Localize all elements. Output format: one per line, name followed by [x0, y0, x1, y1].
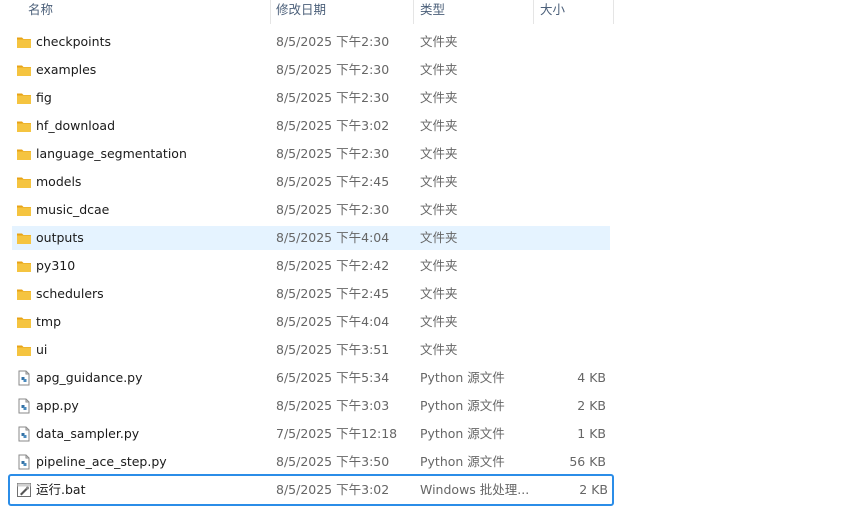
file-type: 文件夹	[420, 62, 458, 77]
file-name: data_sampler.py	[36, 426, 140, 441]
folder-icon	[16, 342, 32, 358]
folder-icon	[16, 62, 32, 78]
file-row[interactable]: data_sampler.py 7/5/2025 下午12:18 Python 源文…	[12, 422, 610, 446]
column-size-header[interactable]: 大小	[540, 0, 565, 24]
batch-file-icon	[16, 482, 32, 498]
file-name: fig	[36, 90, 52, 105]
file-row[interactable]: apg_guidance.py 6/5/2025 下午5:34 Python 源文件…	[12, 366, 610, 390]
file-type: Windows 批处理...	[420, 482, 530, 497]
file-row[interactable]: pipeline_ace_step.py 8/5/2025 下午3:50 Pytho…	[12, 450, 610, 474]
column-name-header[interactable]: 名称	[28, 0, 53, 24]
file-date: 7/5/2025 下午12:18	[276, 426, 398, 441]
file-name: ui	[36, 342, 48, 357]
file-row[interactable]: checkpoints 8/5/2025 下午2:30 文件夹	[12, 30, 610, 54]
file-name: py310	[36, 258, 76, 273]
file-date: 8/5/2025 下午4:04	[276, 314, 390, 329]
file-name: 运行.bat	[36, 482, 86, 497]
file-date: 8/5/2025 下午3:02	[276, 118, 390, 133]
file-type: Python 源文件	[420, 370, 505, 385]
file-size: 2 KB	[579, 482, 608, 497]
file-name: checkpoints	[36, 34, 111, 49]
file-name: music_dcae	[36, 202, 110, 217]
file-date: 8/5/2025 下午2:30	[276, 34, 390, 49]
file-size: 1 KB	[577, 426, 606, 441]
file-type: 文件夹	[420, 314, 458, 329]
file-row[interactable]: app.py 8/5/2025 下午3:03 Python 源文件 2 KB	[12, 394, 610, 418]
folder-icon	[16, 146, 32, 162]
folder-icon	[16, 90, 32, 106]
file-date: 8/5/2025 下午2:30	[276, 90, 390, 105]
file-name: tmp	[36, 314, 62, 329]
folder-icon	[16, 230, 32, 246]
file-row[interactable]: music_dcae 8/5/2025 下午2:30 文件夹	[12, 198, 610, 222]
file-name: outputs	[36, 230, 84, 245]
file-type: 文件夹	[420, 90, 458, 105]
file-type: Python 源文件	[420, 426, 505, 441]
folder-icon	[16, 286, 32, 302]
file-type: Python 源文件	[420, 454, 505, 469]
file-date: 8/5/2025 下午2:30	[276, 146, 390, 161]
file-row[interactable]: ui 8/5/2025 下午3:51 文件夹	[12, 338, 610, 362]
folder-icon	[16, 34, 32, 50]
file-type: 文件夹	[420, 342, 458, 357]
folder-icon	[16, 174, 32, 190]
column-divider[interactable]	[533, 0, 534, 24]
file-date: 8/5/2025 下午3:50	[276, 454, 390, 469]
file-name: models	[36, 174, 82, 189]
file-type: 文件夹	[420, 146, 458, 161]
file-size: 2 KB	[577, 398, 606, 413]
file-date: 6/5/2025 下午5:34	[276, 370, 390, 385]
file-date: 8/5/2025 下午2:30	[276, 62, 390, 77]
file-type: 文件夹	[420, 174, 458, 189]
file-date: 8/5/2025 下午3:03	[276, 398, 390, 413]
file-date: 8/5/2025 下午2:45	[276, 286, 390, 301]
file-type: 文件夹	[420, 286, 458, 301]
file-type: 文件夹	[420, 230, 458, 245]
file-date: 8/5/2025 下午2:45	[276, 174, 390, 189]
column-divider[interactable]	[613, 0, 614, 24]
file-type: 文件夹	[420, 202, 458, 217]
file-type: 文件夹	[420, 258, 458, 273]
file-row[interactable]: outputs 8/5/2025 下午4:04 文件夹	[12, 226, 610, 250]
file-type: 文件夹	[420, 118, 458, 133]
file-date: 8/5/2025 下午3:51	[276, 342, 390, 357]
folder-icon	[16, 202, 32, 218]
file-name: app.py	[36, 398, 79, 413]
file-name: apg_guidance.py	[36, 370, 143, 385]
file-type: Python 源文件	[420, 398, 505, 413]
column-divider[interactable]	[270, 0, 271, 24]
file-date: 8/5/2025 下午3:02	[276, 482, 390, 497]
column-type-header[interactable]: 类型	[420, 0, 445, 24]
file-row[interactable]: schedulers 8/5/2025 下午2:45 文件夹	[12, 282, 610, 306]
file-size: 4 KB	[577, 370, 606, 385]
file-name: hf_download	[36, 118, 116, 133]
column-date-header[interactable]: 修改日期	[276, 0, 326, 24]
folder-icon	[16, 258, 32, 274]
file-name: examples	[36, 62, 97, 77]
folder-icon	[16, 118, 32, 134]
file-row[interactable]: tmp 8/5/2025 下午4:04 文件夹	[12, 310, 610, 334]
file-row[interactable]: hf_download 8/5/2025 下午3:02 文件夹	[12, 114, 610, 138]
file-type: 文件夹	[420, 34, 458, 49]
column-header: 名称 修改日期 类型 大小	[0, 0, 614, 24]
file-size: 56 KB	[569, 454, 606, 469]
file-row[interactable]: 运行.bat 8/5/2025 下午3:02 Windows 批处理... 2 KB	[8, 474, 614, 506]
file-row[interactable]: models 8/5/2025 下午2:45 文件夹	[12, 170, 610, 194]
column-divider[interactable]	[413, 0, 414, 24]
file-date: 8/5/2025 下午4:04	[276, 230, 390, 245]
python-file-icon	[16, 454, 32, 470]
file-row[interactable]: language_segmentation 8/5/2025 下午2:30 文件夹	[12, 142, 610, 166]
file-name: language_segmentation	[36, 146, 187, 161]
python-file-icon	[16, 398, 32, 414]
file-row[interactable]: py310 8/5/2025 下午2:42 文件夹	[12, 254, 610, 278]
file-name: pipeline_ace_step.py	[36, 454, 167, 469]
folder-icon	[16, 314, 32, 330]
file-name: schedulers	[36, 286, 104, 301]
file-date: 8/5/2025 下午2:30	[276, 202, 390, 217]
file-row[interactable]: examples 8/5/2025 下午2:30 文件夹	[12, 58, 610, 82]
python-file-icon	[16, 370, 32, 386]
file-row[interactable]: fig 8/5/2025 下午2:30 文件夹	[12, 86, 610, 110]
file-date: 8/5/2025 下午2:42	[276, 258, 390, 273]
python-file-icon	[16, 426, 32, 442]
